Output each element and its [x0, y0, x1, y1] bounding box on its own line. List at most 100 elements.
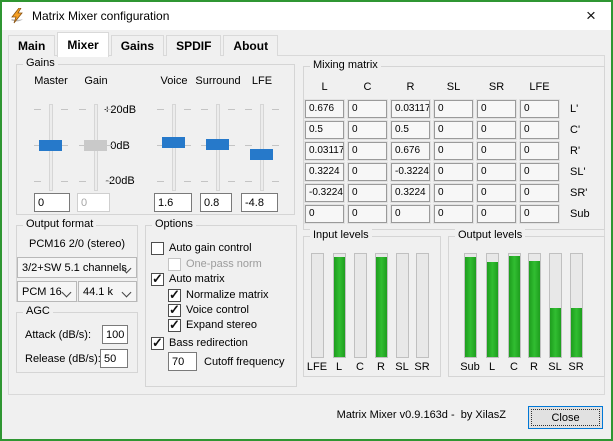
tab-spdif[interactable]: SPDIF [166, 35, 222, 56]
mixing-matrix-title: Mixing matrix [310, 59, 381, 71]
matrix-cell[interactable]: 0 [477, 142, 516, 160]
checkbox-icon[interactable] [168, 287, 181, 303]
gain-value: 0 [77, 193, 110, 212]
meter-label: SR [414, 361, 430, 373]
matrix-cell[interactable]: 0 [434, 121, 473, 139]
options-group: Options Auto gain control One-pass norm … [145, 218, 297, 387]
matrix-cell[interactable]: 0 [434, 163, 473, 181]
matrix-col-header: L [321, 81, 328, 93]
sample-rate-select[interactable]: 44.1 k [78, 281, 137, 302]
master-gain-slider[interactable] [34, 104, 68, 191]
output-meter-sl [549, 253, 562, 358]
matrix-cell[interactable]: 0.3224 [391, 184, 430, 202]
meter-fill [571, 307, 582, 357]
sample-format-value: PCM 16 [22, 285, 62, 298]
input-meter-lfe [311, 253, 324, 358]
input-meter-sl [396, 253, 409, 358]
output-meter-sub [464, 253, 477, 358]
tab-mixer[interactable]: Mixer [57, 32, 109, 57]
attack-input[interactable]: 100 [102, 325, 128, 344]
matrix-cell[interactable]: 0 [434, 205, 473, 223]
matrix-cell[interactable]: 0 [477, 163, 516, 181]
matrix-cell[interactable]: 0 [520, 205, 559, 223]
sample-format-select[interactable]: PCM 16 [17, 281, 77, 302]
matrix-cell[interactable]: 0 [348, 163, 387, 181]
cutoff-frequency-input[interactable]: 70 [168, 352, 197, 371]
tab-main[interactable]: Main [8, 35, 56, 56]
checkbox-icon[interactable] [151, 241, 164, 255]
auto-matrix-checkbox[interactable]: Auto matrix [151, 271, 225, 287]
meter-fill [465, 257, 476, 357]
matrix-cell[interactable]: 0 [434, 142, 473, 160]
matrix-cell[interactable]: 0 [348, 184, 387, 202]
output-meter-r [528, 253, 541, 358]
checkbox-icon[interactable] [168, 317, 181, 333]
gain-slider [79, 104, 113, 191]
matrix-cell[interactable]: 0.676 [391, 142, 430, 160]
speaker-layout-select[interactable]: 3/2+SW 5.1 channels [17, 257, 137, 278]
matrix-cell[interactable]: 0.03117 [305, 142, 344, 160]
attack-label: Attack (dB/s): [25, 329, 92, 341]
matrix-col-header: LFE [529, 81, 550, 93]
matrix-cell[interactable]: 0 [520, 184, 559, 202]
matrix-cell[interactable]: 0.03117 [391, 100, 430, 118]
close-button[interactable]: Close [528, 406, 603, 429]
matrix-cell[interactable]: 0 [520, 121, 559, 139]
normalize-matrix-checkbox[interactable]: Normalize matrix [168, 287, 269, 303]
release-input[interactable]: 50 [100, 349, 128, 368]
matrix-cell[interactable]: 0 [434, 184, 473, 202]
matrix-cell[interactable]: 0 [305, 205, 344, 223]
chevron-down-icon [61, 287, 72, 298]
lfe-slider-thumb[interactable] [250, 148, 273, 160]
voice-slider-thumb[interactable] [162, 137, 185, 149]
checkbox-icon[interactable] [151, 271, 164, 287]
matrix-row-label: C' [570, 124, 581, 136]
matrix-row-label: Sub [570, 208, 590, 220]
matrix-cell[interactable]: 0 [520, 142, 559, 160]
matrix-cell[interactable]: 0 [348, 142, 387, 160]
master-gain-value[interactable]: 0 [34, 193, 70, 212]
matrix-cell[interactable]: -0.3224 [391, 163, 430, 181]
voice-gain-value[interactable]: 1.6 [154, 193, 192, 212]
master-slider-thumb[interactable] [39, 140, 62, 151]
matrix-cell[interactable]: 0 [348, 100, 387, 118]
matrix-cell[interactable]: 0 [477, 205, 516, 223]
sample-rate-value: 44.1 k [83, 285, 113, 298]
matrix-row-label: SR' [570, 187, 588, 199]
input-meter-c [354, 253, 367, 358]
checkbox-icon[interactable] [168, 302, 181, 318]
voice-gain-slider[interactable] [157, 104, 191, 191]
auto-gain-control-checkbox[interactable]: Auto gain control [151, 241, 252, 255]
surround-gain-slider[interactable] [201, 104, 235, 191]
matrix-cell[interactable]: 0 [348, 121, 387, 139]
bass-redirection-checkbox[interactable]: Bass redirection [151, 335, 248, 351]
voice-control-checkbox[interactable]: Voice control [168, 302, 249, 318]
matrix-cell[interactable]: 0 [434, 100, 473, 118]
tab-gains[interactable]: Gains [110, 35, 165, 56]
expand-stereo-checkbox[interactable]: Expand stereo [168, 317, 257, 333]
matrix-cell[interactable]: 0.5 [391, 121, 430, 139]
matrix-row-label: SL' [570, 166, 586, 178]
matrix-cell[interactable]: -0.3224 [305, 184, 344, 202]
matrix-cell[interactable]: 0 [391, 205, 430, 223]
matrix-cell[interactable]: 0 [520, 100, 559, 118]
matrix-cell[interactable]: 0.676 [305, 100, 344, 118]
matrix-cell[interactable]: 0 [477, 121, 516, 139]
surround-slider-thumb[interactable] [206, 138, 229, 150]
matrix-cell[interactable]: 0 [348, 205, 387, 223]
window-close-icon[interactable]: × [576, 6, 606, 26]
surround-gain-value[interactable]: 0.8 [200, 193, 232, 212]
checkbox-icon[interactable] [151, 335, 164, 351]
lfe-gain-slider[interactable] [245, 104, 279, 191]
app-lightning-icon [11, 8, 23, 24]
lfe-gain-value[interactable]: -4.8 [241, 193, 278, 212]
matrix-cell[interactable]: 0.5 [305, 121, 344, 139]
output-levels-title: Output levels [455, 229, 526, 241]
matrix-cell[interactable]: 0 [477, 184, 516, 202]
matrix-cell[interactable]: 0 [520, 163, 559, 181]
tab-about[interactable]: About [223, 35, 279, 56]
matrix-cell[interactable]: 0.3224 [305, 163, 344, 181]
matrix-cell[interactable]: 0 [477, 100, 516, 118]
matrix-col-header: SL [446, 81, 461, 93]
input-levels-title: Input levels [310, 229, 372, 241]
